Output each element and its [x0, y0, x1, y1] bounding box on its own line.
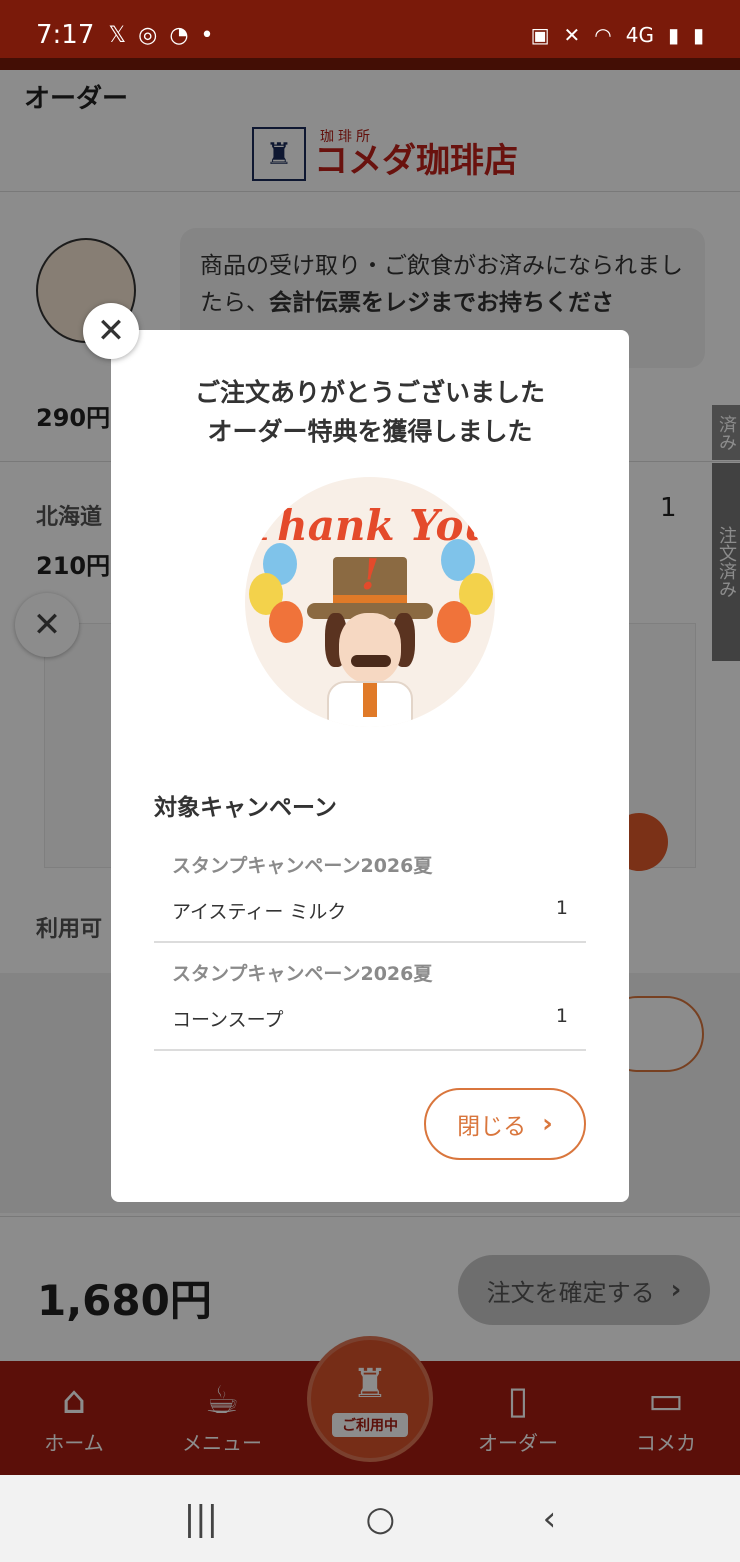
- recent-apps-icon[interactable]: |||: [184, 1499, 218, 1539]
- modal-title-line2: オーダー特典を獲得しました: [207, 416, 533, 446]
- back-icon[interactable]: ‹: [543, 1499, 557, 1539]
- close-button[interactable]: 閉じる ›: [424, 1088, 586, 1160]
- dot-icon: •: [200, 22, 214, 48]
- android-nav-bar: ||| ○ ‹: [0, 1475, 740, 1562]
- campaign-item: アイスティー ミルク: [172, 901, 347, 923]
- thank-you-image: Thank You !: [245, 477, 495, 727]
- close-button-label: 閉じる: [457, 1114, 527, 1140]
- instagram-icon: ◎: [138, 22, 158, 48]
- campaign-item: コーンスープ: [172, 1009, 284, 1031]
- order-complete-modal: ご注文ありがとうございました オーダー特典を獲得しました Thank You !…: [111, 330, 629, 1202]
- mute-icon: ✕: [563, 23, 581, 47]
- modal-title: ご注文ありがとうございました オーダー特典を獲得しました: [111, 374, 629, 452]
- balloon-icon: [437, 601, 471, 643]
- modal-title-line1: ご注文ありがとうございました: [194, 378, 545, 407]
- close-icon[interactable]: ✕: [83, 303, 139, 359]
- status-time: 7:17: [36, 20, 95, 50]
- campaign-row: スタンプキャンペーン2026夏 コーンスープ 1: [154, 943, 586, 1051]
- campaign-row: スタンプキャンペーン2026夏 アイスティー ミルク 1: [154, 835, 586, 943]
- battery-icon: ▮: [692, 23, 704, 47]
- mascot-face: [339, 613, 401, 683]
- campaign-name: スタンプキャンペーン2026夏: [172, 963, 433, 985]
- thank-you-text: Thank You !: [245, 501, 495, 599]
- battery-saver-icon: ▣: [530, 23, 550, 47]
- signal-icon: ▮: [667, 23, 679, 47]
- status-icons: ▣ ✕ ◠ 4G ▮ ▮: [531, 23, 704, 47]
- campaign-qty: 1: [555, 1005, 568, 1027]
- wifi-icon: ◠: [594, 23, 612, 47]
- campaign-heading: 対象キャンペーン: [154, 795, 337, 821]
- home-circle-icon[interactable]: ○: [366, 1499, 396, 1539]
- campaign-name: スタンプキャンペーン2026夏: [172, 855, 433, 877]
- x-icon: 𝕏: [108, 22, 127, 48]
- chevron-right-icon: ›: [542, 1109, 553, 1139]
- wifi-question-icon: ◔: [169, 22, 189, 48]
- balloon-icon: [269, 601, 303, 643]
- network-type: 4G: [625, 23, 654, 47]
- campaign-qty: 1: [555, 897, 568, 919]
- campaign-list: スタンプキャンペーン2026夏 アイスティー ミルク 1 スタンプキャンペーン2…: [154, 835, 586, 1051]
